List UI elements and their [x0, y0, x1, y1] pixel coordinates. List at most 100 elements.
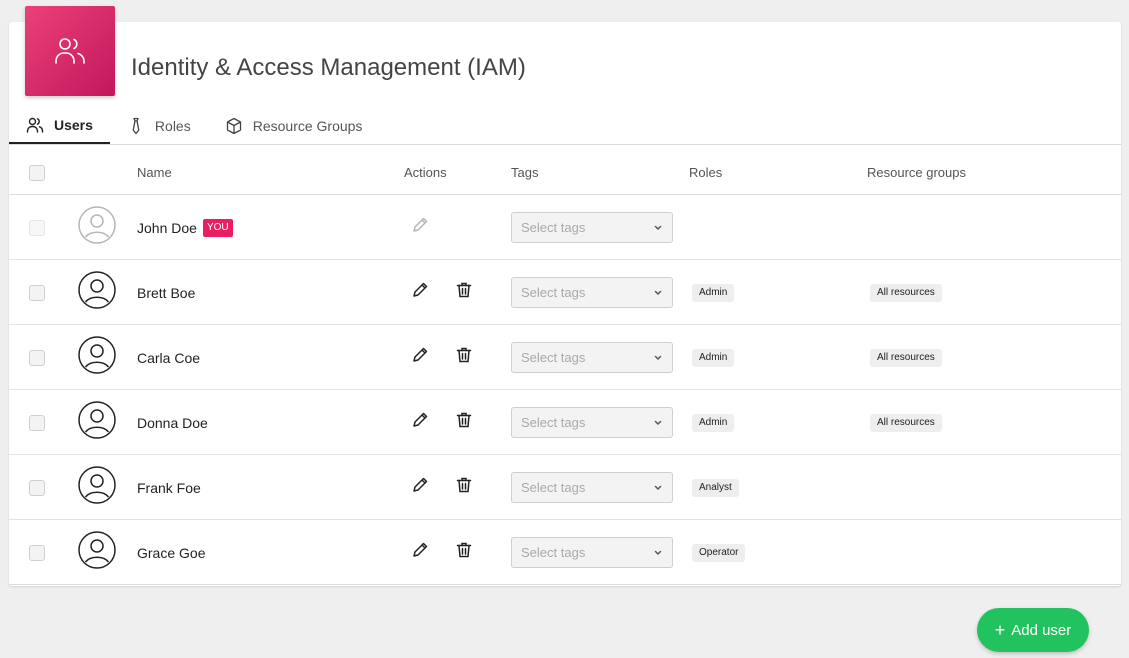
edit-user-button[interactable]: [408, 411, 432, 435]
tags-select-placeholder: Select tags: [521, 480, 586, 495]
tags-select-placeholder: Select tags: [521, 415, 586, 430]
avatar: [78, 336, 116, 379]
tags-select[interactable]: Select tags: [511, 342, 673, 373]
user-name-text: Brett Boe: [137, 284, 196, 301]
avatar: [78, 531, 116, 574]
tab-users[interactable]: Users: [9, 108, 110, 144]
cube-icon: [225, 117, 243, 135]
tab-resource-groups[interactable]: Resource Groups: [208, 108, 380, 144]
delete-user-button[interactable]: [452, 476, 476, 500]
column-header-actions: Actions: [404, 165, 447, 180]
role-chip: Operator: [692, 543, 746, 562]
column-header-resource-groups: Resource groups: [867, 165, 966, 180]
tab-label: Resource Groups: [252, 118, 363, 134]
role-chip: Admin: [692, 283, 735, 302]
trash-icon: [455, 281, 473, 304]
pencil-icon: [411, 281, 429, 304]
app-icon: [25, 6, 115, 96]
avatar: [78, 466, 116, 509]
user-name-text: John Doe: [137, 219, 197, 236]
delete-user-button[interactable]: [452, 281, 476, 305]
user-avatar-icon: [78, 271, 116, 314]
user-name-text: Donna Doe: [137, 414, 208, 431]
table-row: Grace Goe Select tags Operator: [9, 520, 1121, 585]
user-name: John Doe YOU: [137, 218, 233, 237]
tab-bar: Users Roles Resource Groups: [9, 108, 379, 144]
tags-select-placeholder: Select tags: [521, 545, 586, 560]
pencil-icon: [411, 541, 429, 564]
chevron-down-icon: [653, 353, 663, 363]
role-chip: Admin: [692, 413, 735, 432]
chevron-down-icon: [653, 548, 663, 558]
delete-user-button[interactable]: [452, 411, 476, 435]
table-row: Donna Doe Select tags Admin All resource…: [9, 390, 1121, 455]
tab-roles[interactable]: Roles: [110, 108, 208, 144]
resource-group-chip: All resources: [870, 413, 942, 432]
user-name: Grace Goe: [137, 545, 205, 561]
tags-select-placeholder: Select tags: [521, 285, 586, 300]
column-header-name[interactable]: Name: [137, 145, 172, 195]
tags-select[interactable]: Select tags: [511, 537, 673, 568]
pencil-icon: [411, 476, 429, 499]
tab-label: Users: [54, 117, 93, 133]
edit-user-button[interactable]: [408, 476, 432, 500]
user-name: Carla Coe: [137, 350, 200, 366]
avatar: [78, 271, 116, 314]
pencil-icon: [411, 411, 429, 434]
avatar: [78, 401, 116, 444]
user-name-text: Grace Goe: [137, 544, 206, 561]
edit-user-button[interactable]: [408, 346, 432, 370]
row-checkbox[interactable]: [29, 284, 45, 301]
edit-user-button[interactable]: [408, 541, 432, 565]
edit-user-button[interactable]: [408, 216, 432, 240]
tie-icon: [127, 117, 145, 135]
user-name: Brett Boe: [137, 285, 195, 301]
user-name-text: Frank Foe: [137, 479, 201, 496]
chevron-down-icon: [653, 418, 663, 428]
role-chip: Analyst: [692, 478, 739, 497]
table-row: John Doe YOU Select tags: [9, 195, 1121, 260]
select-all-checkbox[interactable]: [29, 165, 45, 181]
table-row: Carla Coe Select tags Admin All resource…: [9, 325, 1121, 390]
chevron-down-icon: [653, 483, 663, 493]
tags-select[interactable]: Select tags: [511, 277, 673, 308]
edit-user-button[interactable]: [408, 281, 432, 305]
row-checkbox[interactable]: [29, 349, 45, 366]
row-checkbox[interactable]: [29, 414, 45, 431]
user-avatar-icon: [78, 206, 116, 249]
column-header-tags: Tags: [511, 165, 539, 180]
users-icon: [55, 38, 85, 64]
user-avatar-icon: [78, 401, 116, 444]
tags-select[interactable]: Select tags: [511, 472, 673, 503]
trash-icon: [455, 411, 473, 434]
table-header: Name Actions Tags Roles Resource groups: [9, 145, 1121, 195]
tags-select-placeholder: Select tags: [521, 350, 586, 365]
resource-group-chip: All resources: [870, 348, 942, 367]
tags-select[interactable]: Select tags: [511, 407, 673, 438]
table-row: Brett Boe Select tags Admin All resource…: [9, 260, 1121, 325]
row-checkbox[interactable]: [29, 544, 45, 561]
trash-icon: [455, 541, 473, 564]
delete-user-button[interactable]: [452, 541, 476, 565]
tab-label: Roles: [154, 118, 191, 134]
user-name: Frank Foe: [137, 480, 201, 496]
tags-select-placeholder: Select tags: [521, 220, 586, 235]
plus-icon: +: [994, 620, 1006, 640]
user-name-text: Carla Coe: [137, 349, 201, 366]
trash-icon: [455, 346, 473, 369]
trash-icon: [455, 476, 473, 499]
user-avatar-icon: [78, 336, 116, 379]
user-avatar-icon: [78, 531, 116, 574]
user-avatar-icon: [78, 466, 116, 509]
tags-select[interactable]: Select tags: [511, 212, 673, 243]
chevron-down-icon: [653, 223, 663, 233]
delete-user-button[interactable]: [452, 346, 476, 370]
avatar: [78, 206, 116, 249]
user-name: Donna Doe: [137, 415, 208, 431]
row-checkbox[interactable]: [29, 479, 45, 496]
column-header-roles: Roles: [689, 165, 723, 180]
chevron-down-icon: [653, 288, 663, 298]
add-user-button[interactable]: + Add user: [977, 608, 1089, 652]
table-row: Frank Foe Select tags Analyst: [9, 455, 1121, 520]
pencil-icon: [411, 346, 429, 369]
